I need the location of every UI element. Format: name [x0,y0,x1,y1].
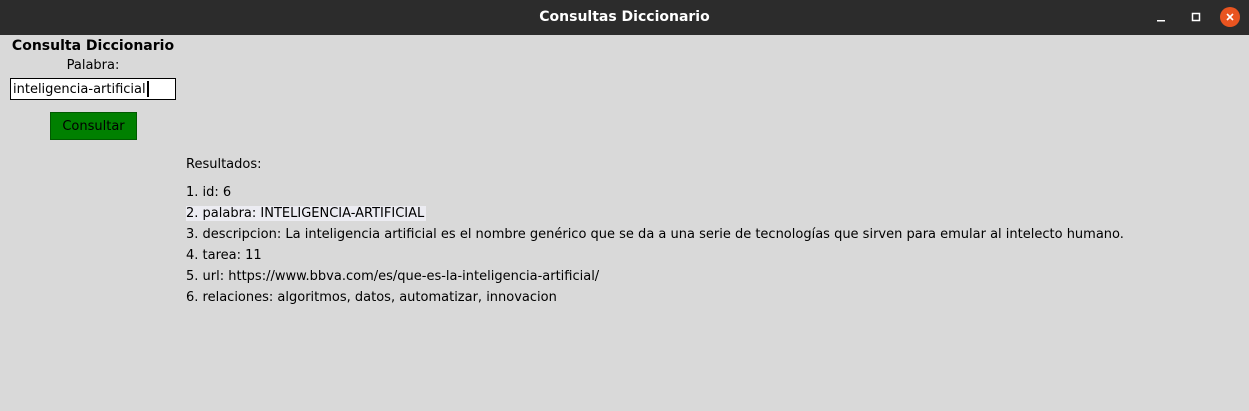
title-bar[interactable]: Consultas Diccionario [0,0,1249,35]
result-item-tarea[interactable]: 4. tarea: 11 [186,245,1236,266]
result-item-url[interactable]: 5. url: https://www.bbva.com/es/que-es-l… [186,266,1236,287]
text-caret [147,81,149,97]
word-label: Palabra: [66,58,120,73]
result-item-palabra[interactable]: 2. palabra: INTELIGENCIA-ARTIFICIAL [186,203,1236,224]
result-item-relaciones[interactable]: 6. relaciones: algoritmos, datos, automa… [186,287,1236,308]
results-list[interactable]: 1. id: 6 2. palabra: INTELIGENCIA-ARTIFI… [186,182,1236,308]
consultar-button[interactable]: Consultar [50,112,137,140]
app-window: Consulta Diccionario Palabra: Consultar … [0,35,1249,411]
form-heading: Consulta Diccionario [11,38,175,54]
word-input[interactable] [10,78,176,100]
close-button[interactable] [1220,7,1240,27]
maximize-icon [1191,12,1201,22]
result-item-id[interactable]: 1. id: 6 [186,182,1236,203]
minimize-button[interactable] [1151,7,1171,27]
result-item-descripcion[interactable]: 3. descripcion: La inteligencia artifici… [186,224,1236,245]
window-title: Consultas Diccionario [539,9,710,25]
minimize-icon [1157,20,1165,22]
maximize-button[interactable] [1186,7,1206,27]
results-heading: Resultados: [186,157,262,172]
close-icon [1226,13,1234,21]
